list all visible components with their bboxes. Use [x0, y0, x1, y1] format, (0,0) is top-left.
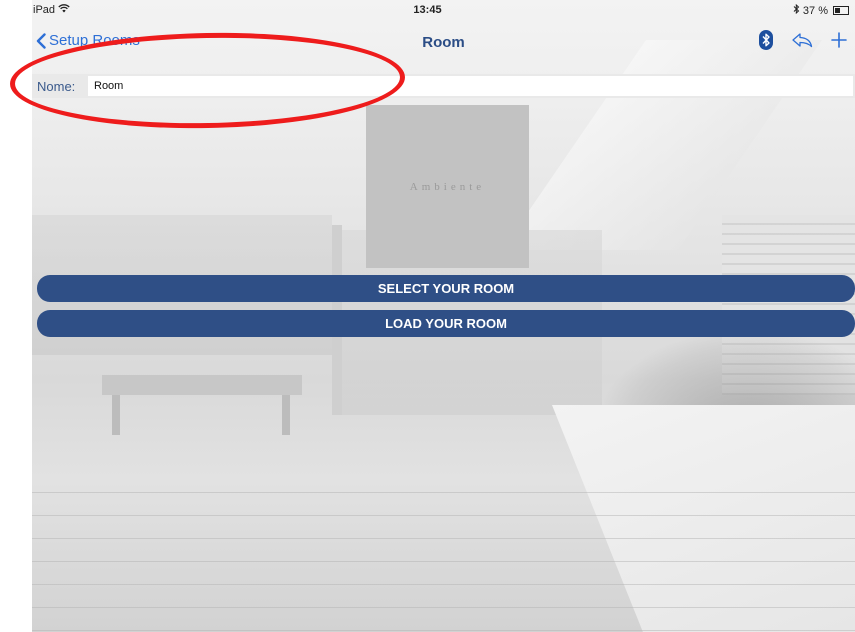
back-button[interactable]: Setup Rooms — [36, 32, 140, 49]
background-table-leg — [282, 395, 290, 435]
load-room-button[interactable]: LOAD YOUR ROOM — [37, 310, 855, 337]
name-row: Nome: — [32, 74, 855, 98]
share-icon[interactable] — [791, 32, 813, 48]
status-time: 13:45 — [413, 4, 442, 16]
battery-fill — [835, 8, 841, 13]
battery-icon — [833, 6, 849, 15]
status-right: 37 % — [793, 3, 849, 17]
name-input[interactable] — [88, 76, 853, 96]
bluetooth-status-icon — [793, 3, 800, 17]
background-table-leg — [112, 395, 120, 435]
back-chevron-icon — [36, 32, 46, 49]
background-floor — [32, 470, 855, 632]
status-bar: iPad 13:45 37 % — [0, 0, 855, 20]
background-table — [102, 375, 302, 395]
back-button-label: Setup Rooms — [49, 32, 140, 49]
bluetooth-icon[interactable] — [759, 30, 773, 50]
battery-percent: 37 % — [802, 4, 828, 17]
page-title: Room — [422, 34, 465, 51]
navigation-bar: Setup Rooms Room — [32, 22, 855, 66]
name-label: Nome: — [37, 79, 76, 94]
nav-actions — [759, 30, 847, 50]
select-room-button[interactable]: SELECT YOUR ROOM — [37, 275, 855, 302]
room-thumbnail-label: Ambiente — [409, 180, 486, 193]
room-thumbnail[interactable]: Ambiente — [366, 105, 529, 268]
add-icon[interactable] — [831, 32, 847, 48]
